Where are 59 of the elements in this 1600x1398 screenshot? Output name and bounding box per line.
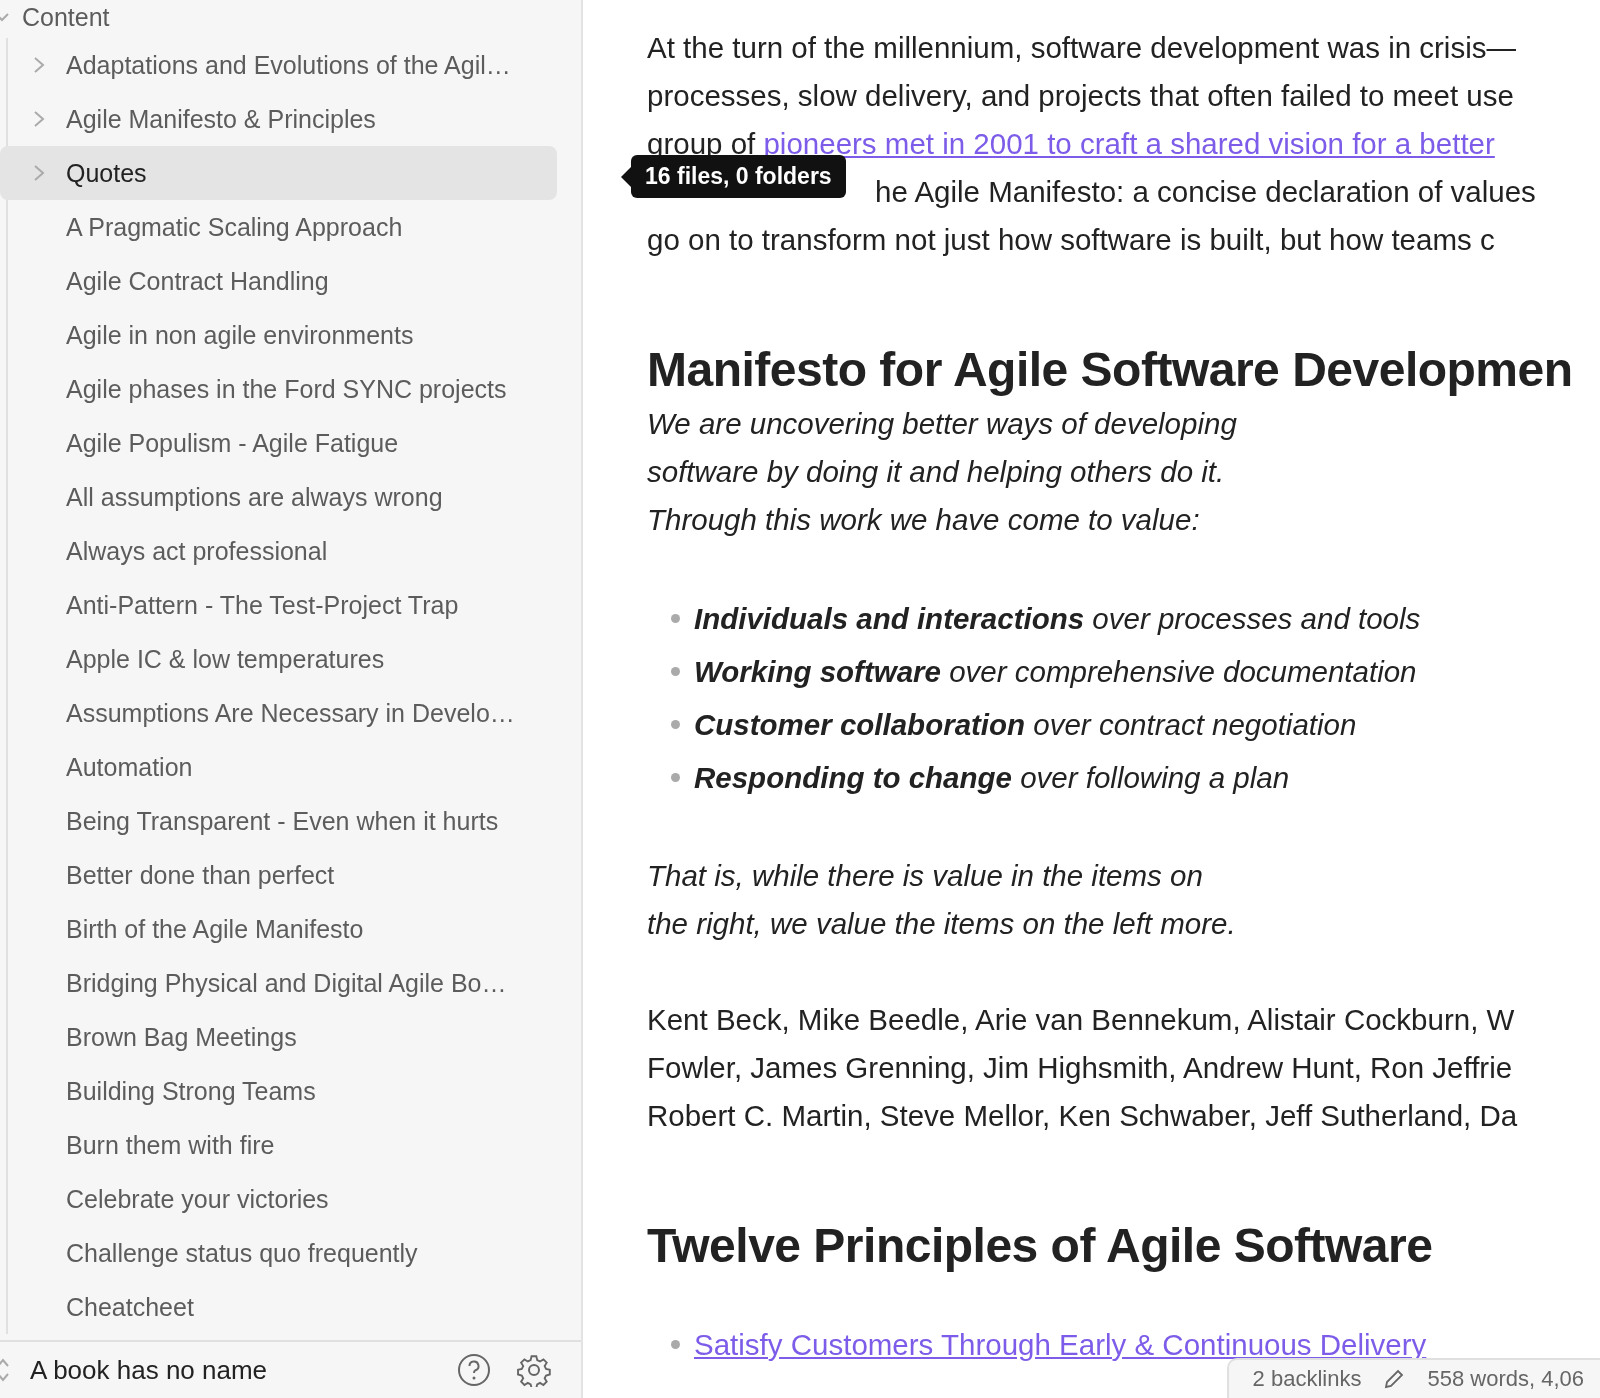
settings-icon[interactable]	[517, 1353, 551, 1387]
tree-file[interactable]: Agile Populism - Agile Fatigue	[8, 416, 557, 470]
tree-file[interactable]: Automation	[8, 740, 557, 794]
italic-line: the right, we value the items on the left more.	[647, 906, 1237, 942]
tree-file[interactable]: All assumptions are always wrong	[8, 470, 557, 524]
bullet-icon	[671, 720, 680, 729]
paragraph-line: Robert C. Martin, Steve Mellor, Ken Schwaber, Jeff Sutherland, Da	[647, 1098, 1518, 1134]
tooltip: 16 files, 0 folders	[621, 155, 846, 198]
tree-folder[interactable]: Adaptations and Evolutions of the Agil…	[8, 38, 557, 92]
tree-file[interactable]: Always act professional	[8, 524, 557, 578]
tree-file[interactable]: Bridging Physical and Digital Agile Bo…	[8, 956, 557, 1010]
tree-file[interactable]: Celebrate your victories	[8, 1172, 557, 1226]
paragraph-line: go on to transform not just how software is built, but how teams c	[647, 222, 1495, 258]
tree-folder[interactable]: Agile Manifesto & Principles	[8, 92, 557, 146]
paragraph-line: processes, slow delivery, and projects that often failed to meet use	[647, 78, 1514, 114]
italic-line: software by doing it and helping others do it.	[647, 454, 1226, 490]
paragraph-line: At the turn of the millennium, software development was in crisis—	[647, 30, 1516, 66]
tree-file[interactable]: Being Transparent - Even when it hurts	[8, 794, 557, 848]
tree-file[interactable]: Cheatcheet	[8, 1280, 557, 1334]
tree-file[interactable]: Apple IC & low temperatures	[8, 632, 557, 686]
italic-line: Through this work we have come to value:	[647, 502, 1201, 538]
list-item: Customer collaboration over contract negotiation	[694, 707, 1357, 742]
chevron-icon	[32, 109, 46, 129]
vault-name[interactable]: A book has no name	[30, 1354, 457, 1386]
tree-file[interactable]: A Pragmatic Scaling Approach	[8, 200, 557, 254]
heading: Manifesto for Agile Software Developmen	[647, 342, 1574, 398]
list-item: Working software over comprehensive documentation	[694, 654, 1417, 689]
word-count: 558 words, 4,06	[1427, 1366, 1584, 1392]
tree-file[interactable]: Challenge status quo frequently	[8, 1226, 557, 1280]
tree-file[interactable]: Agile Contract Handling	[8, 254, 557, 308]
tree-file[interactable]: Birth of the Agile Manifesto	[8, 902, 557, 956]
tree-folder[interactable]: Quotes	[0, 146, 557, 200]
heading: Twelve Principles of Agile Software	[647, 1218, 1434, 1274]
tree-file[interactable]: Building Strong Teams	[8, 1064, 557, 1118]
tree-file[interactable]: Assumptions Are Necessary in Develo…	[8, 686, 557, 740]
paragraph-line: Kent Beck, Mike Beedle, Arie van Bennekum, Alistair Cockburn, W	[647, 1002, 1515, 1038]
tree-file[interactable]: Brown Bag Meetings	[8, 1010, 557, 1064]
tree-file[interactable]: Burn them with fire	[8, 1118, 557, 1172]
chevron-icon	[32, 163, 46, 183]
tree-file[interactable]: Agile phases in the Ford SYNC projects	[8, 362, 557, 416]
bullet-icon	[671, 614, 680, 623]
paragraph-line: Fowler, James Grenning, Jim Highsmith, Andrew Hunt, Ron Jeffrie	[647, 1050, 1513, 1086]
paragraph-line: he Agile Manifesto: a concise declaration of values	[875, 174, 1536, 210]
tree-file[interactable]: Agile in non agile environments	[8, 308, 557, 362]
bullet-icon	[671, 773, 680, 782]
tree-file[interactable]: Anti-Pattern - The Test-Project Trap	[8, 578, 557, 632]
link[interactable]: Satisfy Customers Through Early & Continuous Delivery	[694, 1327, 1427, 1362]
chevron-icon	[32, 55, 46, 75]
bullet-icon	[671, 667, 680, 676]
list-item: Individuals and interactions over processes and tools	[694, 601, 1421, 636]
bullet-icon	[671, 1340, 680, 1349]
backlinks-count[interactable]: 2 backlinks	[1252, 1366, 1362, 1392]
pencil-icon	[1383, 1368, 1406, 1390]
tree-folder[interactable]: Content	[0, 0, 557, 38]
tree-file[interactable]: Better done than perfect	[8, 848, 557, 902]
list-item: Responding to change over following a plan	[694, 760, 1290, 795]
help-icon[interactable]	[457, 1353, 491, 1387]
italic-line: That is, while there is value in the items on	[647, 858, 1204, 894]
italic-line: We are uncovering better ways of developing	[647, 406, 1238, 442]
